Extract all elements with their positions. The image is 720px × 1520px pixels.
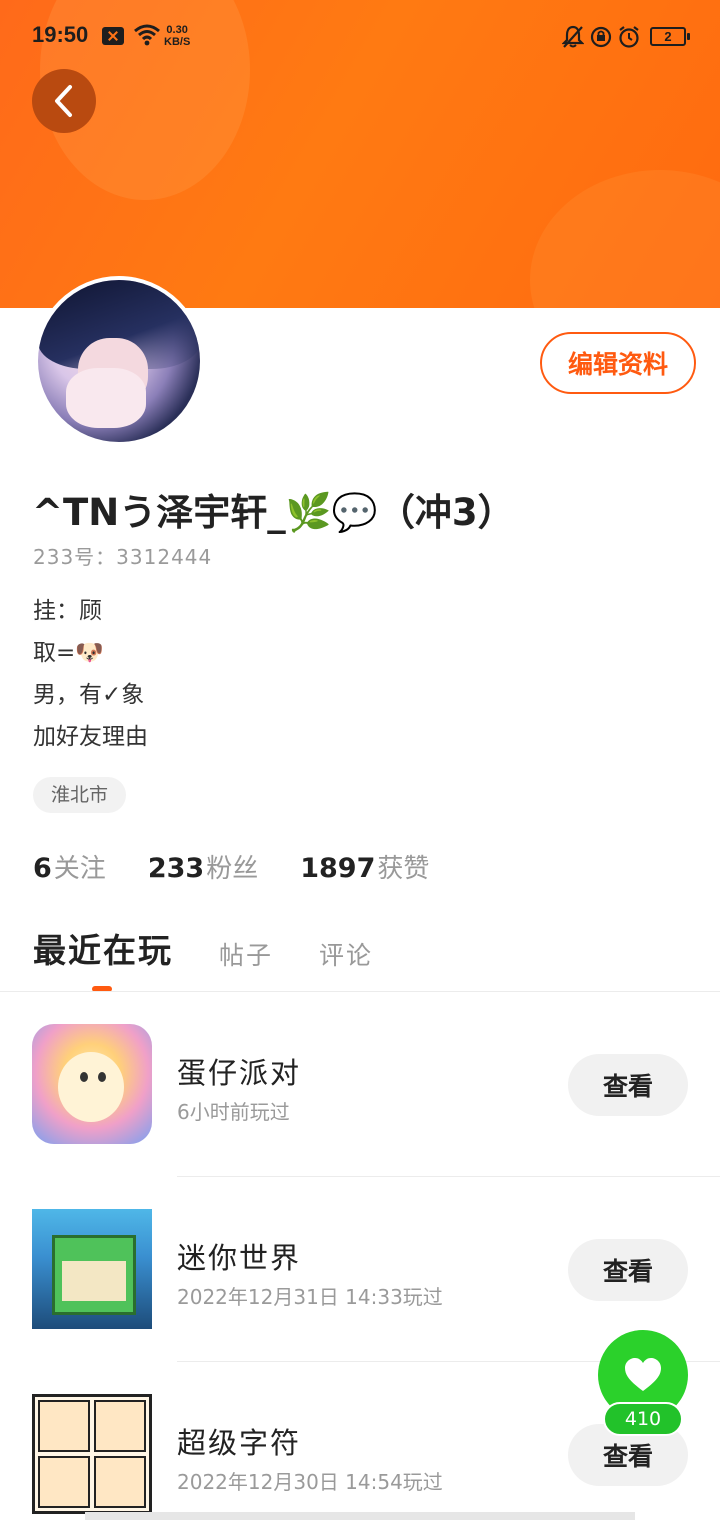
game-name: 蛋仔派对 (177, 1056, 302, 1090)
game-icon-character (58, 1052, 124, 1122)
profile-tabs: 最近在玩 帖子 评论 (33, 924, 419, 972)
banner-decoration (530, 170, 720, 308)
edit-profile-button[interactable]: 编辑资料 (540, 332, 696, 394)
view-button[interactable]: 查看 (568, 1239, 688, 1301)
close-box-icon (102, 27, 124, 45)
profile-stats: 6 关注 233 粉丝 1897 获赞 (33, 848, 471, 885)
wifi-icon (134, 24, 160, 46)
speed-value: 0.30 (166, 24, 188, 36)
stat-number: 1897 (300, 853, 376, 884)
profile-bio: 挂：顾 取=🐶 男，有✓象 加好友理由 (33, 590, 148, 758)
stat-following[interactable]: 6 关注 (33, 848, 106, 885)
like-count: 410 (603, 1402, 683, 1436)
stat-followers[interactable]: 233 粉丝 (148, 848, 258, 885)
stat-label: 关注 (53, 854, 106, 884)
game-played-time: 2022年12月30日 14:54玩过 (177, 1470, 443, 1494)
avatar[interactable] (34, 276, 204, 446)
bio-line: 男，有✓象 (33, 682, 145, 708)
game-icon-eye (98, 1072, 106, 1082)
network-speed: 0.30 KB/S (164, 24, 190, 48)
tab-comments[interactable]: 评论 (319, 936, 373, 972)
game-played-time: 6小时前玩过 (177, 1100, 290, 1124)
mute-bell-icon (562, 25, 584, 48)
game-icon-face (62, 1261, 126, 1301)
stat-number: 233 (147, 853, 205, 884)
game-icon-panel (94, 1400, 146, 1452)
avatar-image (38, 280, 200, 442)
stat-label: 获赞 (377, 854, 430, 884)
back-button[interactable] (32, 69, 96, 133)
game-name: 超级字符 (177, 1426, 302, 1460)
game-icon-eggy-party (32, 1024, 152, 1144)
profile-uid: 233号：3312444 (33, 545, 213, 569)
profile-name: ^TNう泽宇轩_🌿💬（冲3） (32, 491, 515, 534)
game-name: 迷你世界 (177, 1241, 302, 1275)
stat-number: 6 (33, 853, 52, 884)
battery-icon: 2 (650, 27, 690, 46)
game-icon-super-word (32, 1394, 152, 1514)
divider (0, 991, 720, 992)
bio-line: 取=🐶 (33, 640, 104, 666)
stat-label: 粉丝 (206, 854, 259, 884)
game-icon-panel (38, 1400, 90, 1452)
game-icon-panel (38, 1456, 90, 1508)
avatar-hand (66, 368, 146, 428)
view-button[interactable]: 查看 (568, 1054, 688, 1116)
alarm-icon (619, 26, 639, 48)
stat-likes[interactable]: 1897 获赞 (300, 848, 429, 885)
tab-posts[interactable]: 帖子 (219, 936, 273, 972)
chevron-left-icon (55, 85, 72, 117)
list-item[interactable]: 蛋仔派对 6小时前玩过 查看 (0, 1024, 720, 1209)
tab-recently-played[interactable]: 最近在玩 (33, 924, 173, 972)
speed-unit: KB/S (164, 36, 191, 48)
bottom-strip (85, 1512, 635, 1520)
status-time: 19:50 (32, 22, 89, 47)
game-played-time: 2022年12月31日 14:33玩过 (177, 1285, 443, 1309)
location-tag: 淮北市 (33, 777, 127, 813)
game-icon-mini-world (32, 1209, 152, 1329)
rotation-lock-icon (590, 26, 612, 48)
heart-icon (625, 1358, 661, 1391)
bio-line: 挂：顾 (33, 598, 102, 624)
bio-line: 加好友理由 (33, 724, 148, 750)
status-bar: 19:50 0.30 KB/S 2 (0, 0, 720, 72)
divider (177, 1176, 720, 1177)
game-icon-panel (94, 1456, 146, 1508)
game-icon-eye (80, 1072, 88, 1082)
